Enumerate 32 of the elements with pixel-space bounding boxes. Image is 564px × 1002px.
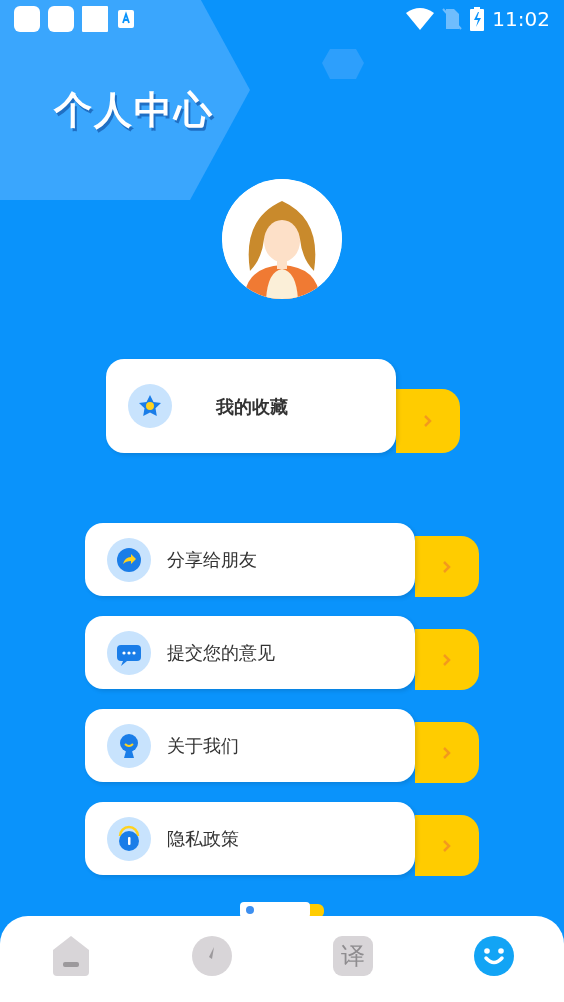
no-sim-icon <box>442 8 463 30</box>
chat-icon <box>107 630 151 675</box>
wifi-icon <box>406 8 435 30</box>
chevron-right-icon <box>442 559 452 574</box>
favorites-tab[interactable] <box>396 389 460 453</box>
keyboard-icon <box>116 9 136 29</box>
chevron-right-icon <box>423 414 433 428</box>
page-title: 个人中心 <box>54 87 215 134</box>
notification-icon <box>14 6 40 32</box>
favorites-button[interactable]: 我的收藏 <box>106 359 396 453</box>
chevron-right-icon <box>442 745 452 760</box>
menu-item[interactable]: 关于我们 <box>85 709 415 782</box>
person-icon <box>107 723 151 768</box>
chevron-right-icon <box>442 652 452 667</box>
profile-tab[interactable] <box>473 936 514 976</box>
menu-tab[interactable] <box>415 629 479 690</box>
battery-icon <box>470 7 485 31</box>
compass-tab[interactable] <box>191 936 232 976</box>
decor-shape <box>322 47 364 81</box>
menu-tab[interactable] <box>415 815 479 876</box>
menu-tab[interactable] <box>415 722 479 783</box>
home-tab[interactable] <box>50 936 91 976</box>
share-icon <box>107 537 151 582</box>
menu-item[interactable]: 分享给朋友 <box>85 523 415 596</box>
menu-item[interactable]: 隐私政策 <box>85 802 415 875</box>
menu-tab[interactable] <box>415 536 479 597</box>
chevron-right-icon <box>442 838 452 853</box>
lock-icon <box>107 816 151 861</box>
clock-text: 11:02 <box>492 6 550 33</box>
notification-icon <box>82 6 108 32</box>
menu-item[interactable]: 提交您的意见 <box>85 616 415 689</box>
notification-icon <box>48 6 74 32</box>
